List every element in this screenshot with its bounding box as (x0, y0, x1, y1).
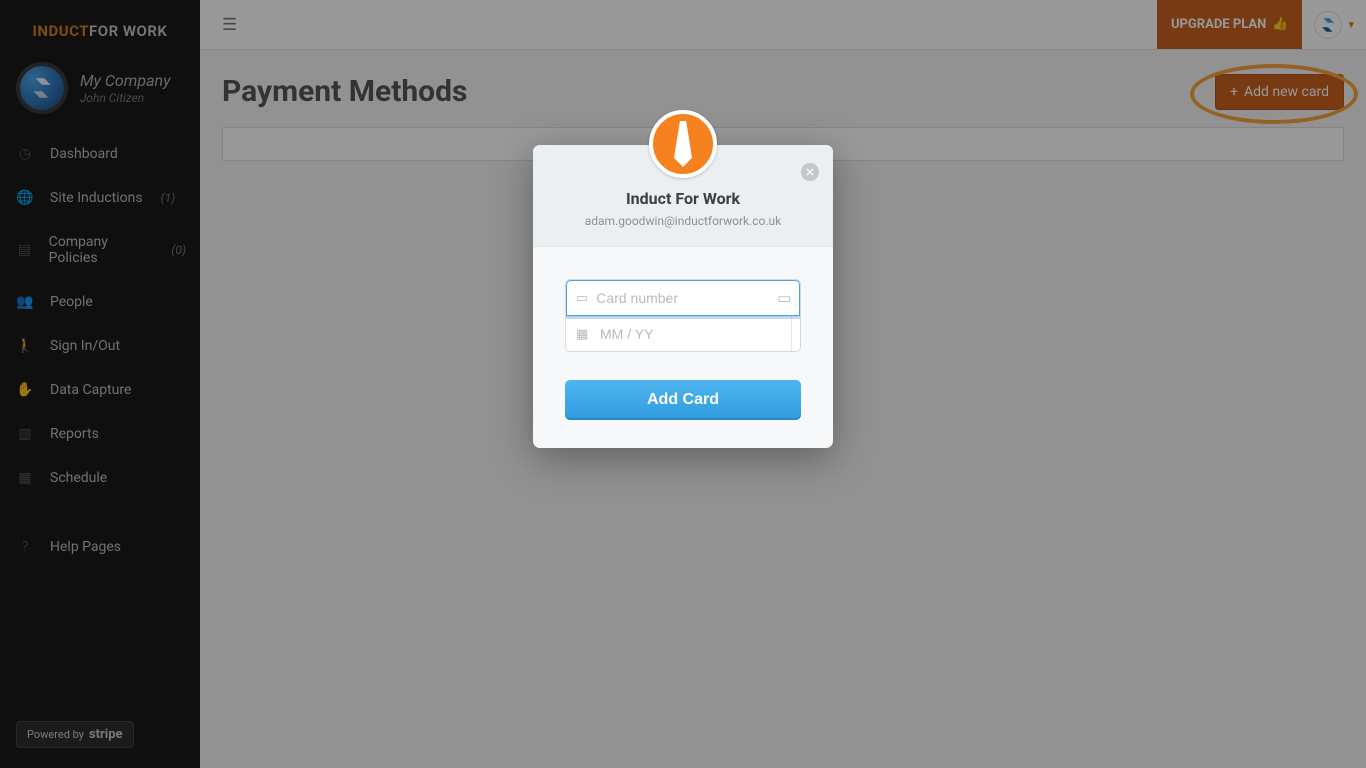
modal-email: adam.goodwin@inductforwork.co.uk (553, 214, 813, 228)
add-card-modal: ✕ Induct For Work adam.goodwin@inductfor… (533, 145, 833, 448)
close-icon[interactable]: ✕ (801, 163, 819, 181)
expiry-input[interactable] (600, 326, 781, 342)
card-input-group: ▭ ▭ ▦ 🔒 (565, 279, 801, 352)
card-icon: ▭ (576, 291, 588, 306)
tie-icon (673, 121, 693, 167)
expiry-wrap: ▦ (566, 317, 791, 351)
modal-logo (649, 110, 717, 178)
add-card-submit-button[interactable]: Add Card (565, 380, 801, 420)
card-bottom-row: ▦ 🔒 (566, 316, 800, 351)
card-number-row: ▭ ▭ (566, 280, 800, 316)
calendar-icon: ▦ (576, 327, 592, 342)
scan-card-icon[interactable]: ▭ (777, 289, 791, 307)
cvc-wrap: 🔒 (791, 317, 801, 351)
card-number-input[interactable] (596, 290, 777, 306)
modal-body: ▭ ▭ ▦ 🔒 Add Card (533, 247, 833, 448)
modal-title: Induct For Work (553, 189, 813, 208)
